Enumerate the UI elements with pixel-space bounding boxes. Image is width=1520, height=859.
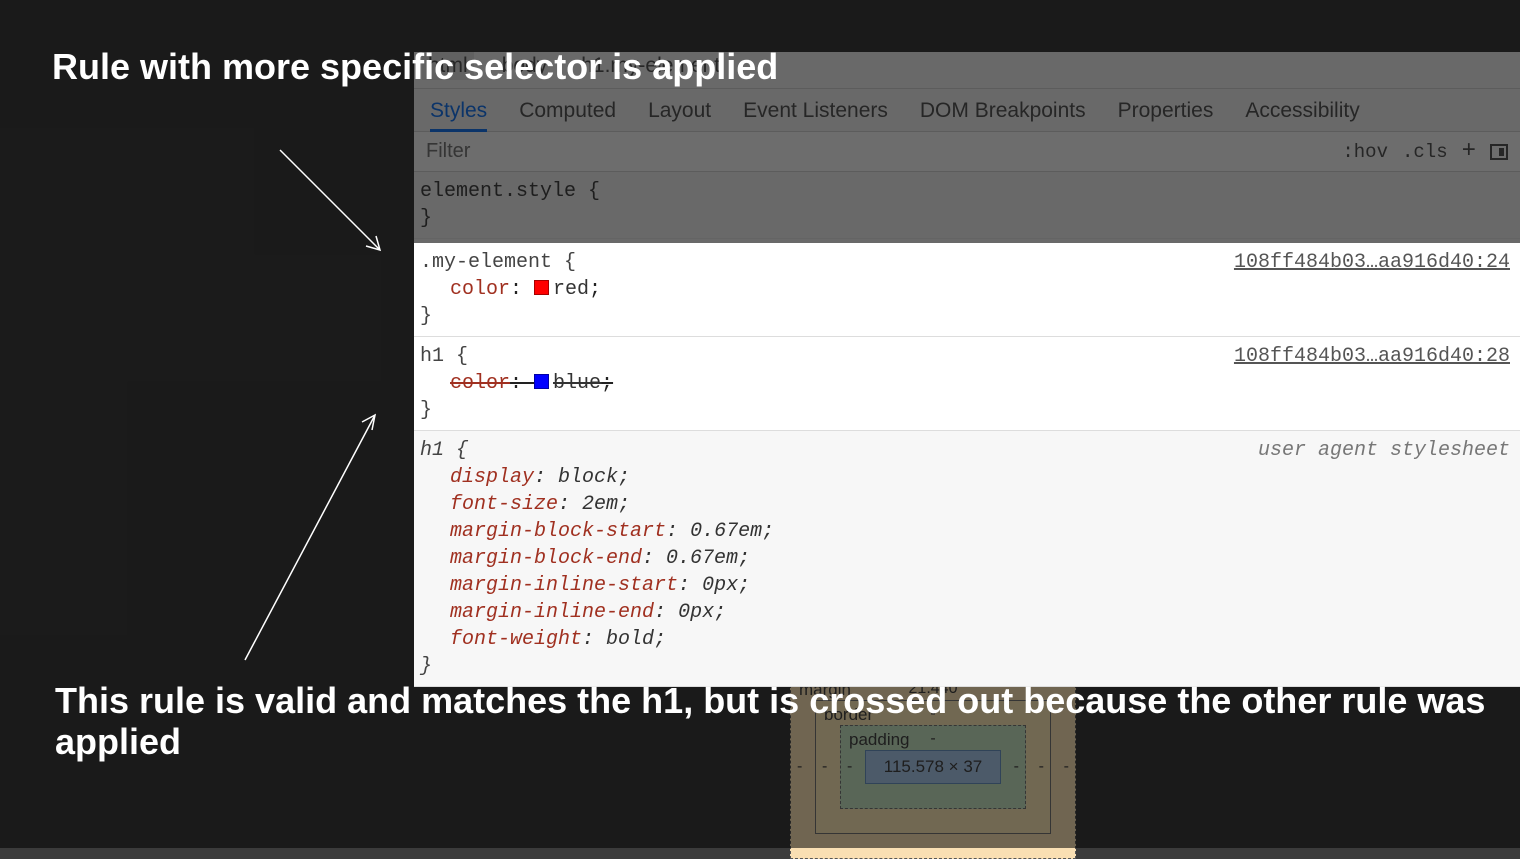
prop-name-color-overridden[interactable]: color: [450, 372, 510, 395]
annotation-bottom: This rule is valid and matches the h1, b…: [55, 680, 1520, 763]
ua-prop: margin-inline-start: 0px;: [420, 572, 1510, 599]
toggle-panel-icon[interactable]: [1490, 144, 1508, 160]
tab-event-listeners[interactable]: Event Listeners: [743, 99, 888, 125]
hov-toggle[interactable]: :hov: [1342, 141, 1388, 163]
selector-element-style: element.style: [420, 180, 588, 203]
arrow-bottom: [230, 400, 400, 680]
tab-computed[interactable]: Computed: [519, 99, 616, 125]
color-swatch-red[interactable]: [534, 280, 549, 295]
new-style-rule-button[interactable]: +: [1462, 138, 1476, 165]
prop-value-blue[interactable]: blue: [553, 372, 601, 395]
ua-prop: margin-inline-end: 0px;: [420, 599, 1510, 626]
annotation-top: Rule with more specific selector is appl…: [52, 46, 778, 87]
rule-element-style[interactable]: element.style { }: [414, 172, 1520, 239]
rule-my-element[interactable]: 108ff484b03…aa916d40:24 .my-element { co…: [414, 243, 1520, 337]
rule-h1[interactable]: 108ff484b03…aa916d40:28 h1 { color: blue…: [414, 337, 1520, 431]
tab-accessibility[interactable]: Accessibility: [1245, 99, 1359, 125]
tab-layout[interactable]: Layout: [648, 99, 711, 125]
selector-h1: h1: [420, 345, 456, 368]
devtools-tabs: Styles Computed Layout Event Listeners D…: [414, 89, 1520, 132]
filter-row: :hov .cls +: [414, 132, 1520, 172]
prop-name-color[interactable]: color: [450, 278, 510, 301]
ua-prop: font-weight: bold;: [420, 626, 1510, 653]
tab-dom-breakpoints[interactable]: DOM Breakpoints: [920, 99, 1086, 125]
color-swatch-blue[interactable]: [534, 374, 549, 389]
ua-prop: margin-block-start: 0.67em;: [420, 518, 1510, 545]
cls-toggle[interactable]: .cls: [1402, 141, 1448, 163]
tab-styles[interactable]: Styles: [430, 99, 487, 132]
prop-value-red[interactable]: red: [553, 278, 589, 301]
tab-properties[interactable]: Properties: [1118, 99, 1214, 125]
ua-prop: display: block;: [420, 464, 1510, 491]
source-link-h1[interactable]: 108ff484b03…aa916d40:28: [1234, 343, 1510, 370]
source-link-my-element[interactable]: 108ff484b03…aa916d40:24: [1234, 249, 1510, 276]
selector-ua-h1: h1: [420, 439, 456, 462]
ua-prop: margin-block-end: 0.67em;: [420, 545, 1510, 572]
ua-prop: font-size: 2em;: [420, 491, 1510, 518]
arrow-top: [270, 140, 410, 270]
user-agent-label: user agent stylesheet: [1258, 437, 1510, 464]
selector-my-element: .my-element: [420, 251, 564, 274]
filter-input[interactable]: [414, 132, 1330, 171]
rule-user-agent: user agent stylesheet h1 { display: bloc…: [414, 431, 1520, 687]
